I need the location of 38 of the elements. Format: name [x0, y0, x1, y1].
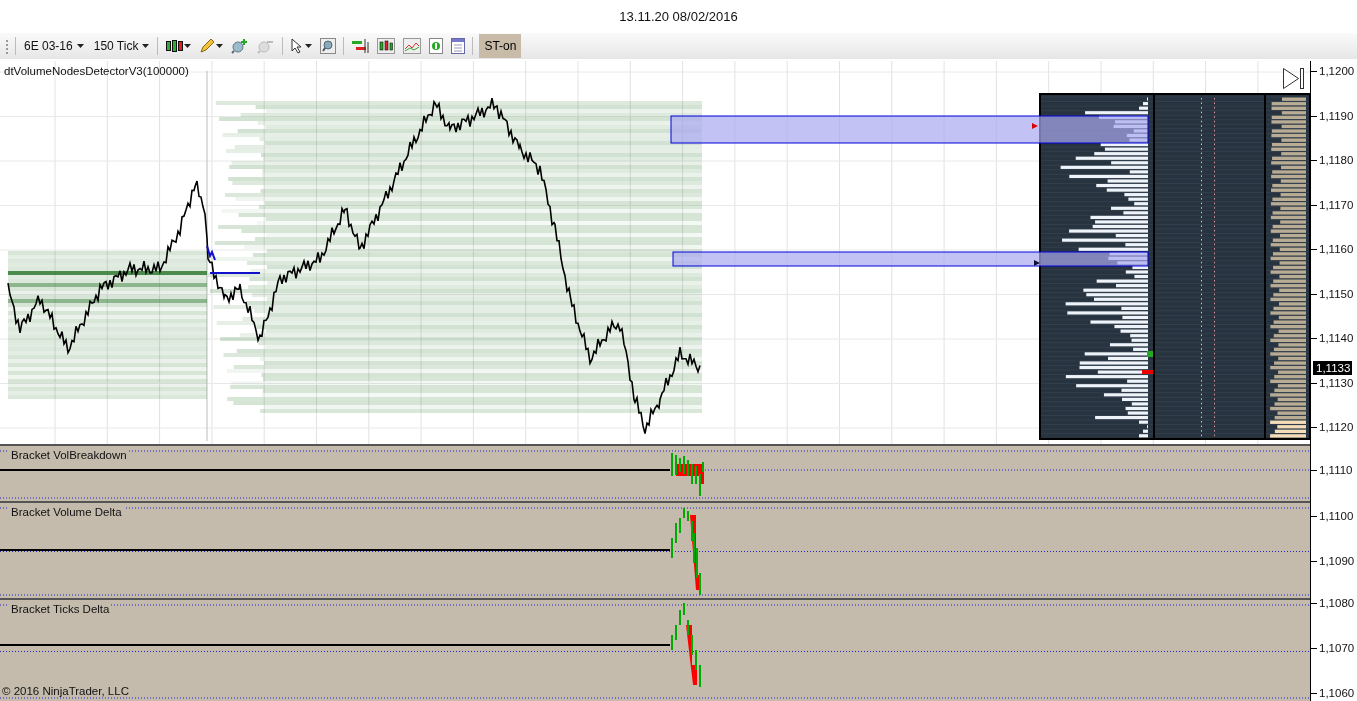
bars-icon[interactable] — [350, 38, 371, 54]
price-axis-label: 1,1120 — [1313, 421, 1354, 434]
price-axis-label: 1,1190 — [1313, 109, 1354, 123]
interval-dropdown[interactable]: 150 Tick — [91, 37, 152, 55]
line-chart-icon[interactable] — [402, 38, 423, 54]
price-axis-label: 1,1110 — [1313, 464, 1353, 477]
price-axis-label: 1,1060 — [1313, 687, 1355, 700]
caret-icon — [305, 44, 313, 48]
price-axis-label: 1,1140 — [1313, 332, 1354, 345]
window-title: 13.11.20 08/02/2016 — [618, 7, 739, 26]
pointer-icon[interactable] — [289, 38, 314, 54]
form-icon[interactable] — [450, 38, 467, 54]
caret-icon — [184, 44, 192, 48]
caret-icon — [142, 44, 150, 48]
price-axis-label: 1,1170 — [1313, 198, 1354, 212]
price-axis-label: 1,1070 — [1313, 642, 1355, 655]
candlestick-icon[interactable] — [164, 38, 193, 54]
candle-chart-icon[interactable] — [376, 38, 397, 54]
grip-icon — [6, 37, 9, 55]
pencil-icon[interactable] — [198, 38, 225, 54]
end-marker-icon[interactable] — [1283, 68, 1304, 89]
price-axis-label: 1,1180 — [1313, 154, 1354, 167]
zoom-box-icon[interactable] — [319, 38, 338, 54]
price-axis-label: 1,1080 — [1313, 597, 1355, 610]
current-price-label: 1,1133 — [1313, 361, 1353, 375]
indicator-label: dtVolumeNodesDetectorV3(100000) — [4, 64, 189, 79]
caret-icon — [76, 44, 84, 48]
instrument-dropdown[interactable]: 6E 03-16 — [22, 37, 86, 55]
price-axis-label: 1,1200 — [1313, 65, 1355, 78]
price-axis-label: 1,1160 — [1313, 243, 1354, 256]
price-axis-label: 1,1150 — [1313, 287, 1354, 301]
copyright-text: © 2016 NinjaTrader, LLC — [2, 683, 129, 699]
bracket-line — [206, 245, 261, 274]
st-toggle-button[interactable]: ST-on — [479, 34, 522, 58]
price-axis-label: 1,1130 — [1313, 376, 1354, 390]
price-axis-label: 1,1090 — [1313, 555, 1355, 568]
price-axis-label: 1,1100 — [1313, 510, 1354, 523]
caret-icon — [216, 44, 224, 48]
